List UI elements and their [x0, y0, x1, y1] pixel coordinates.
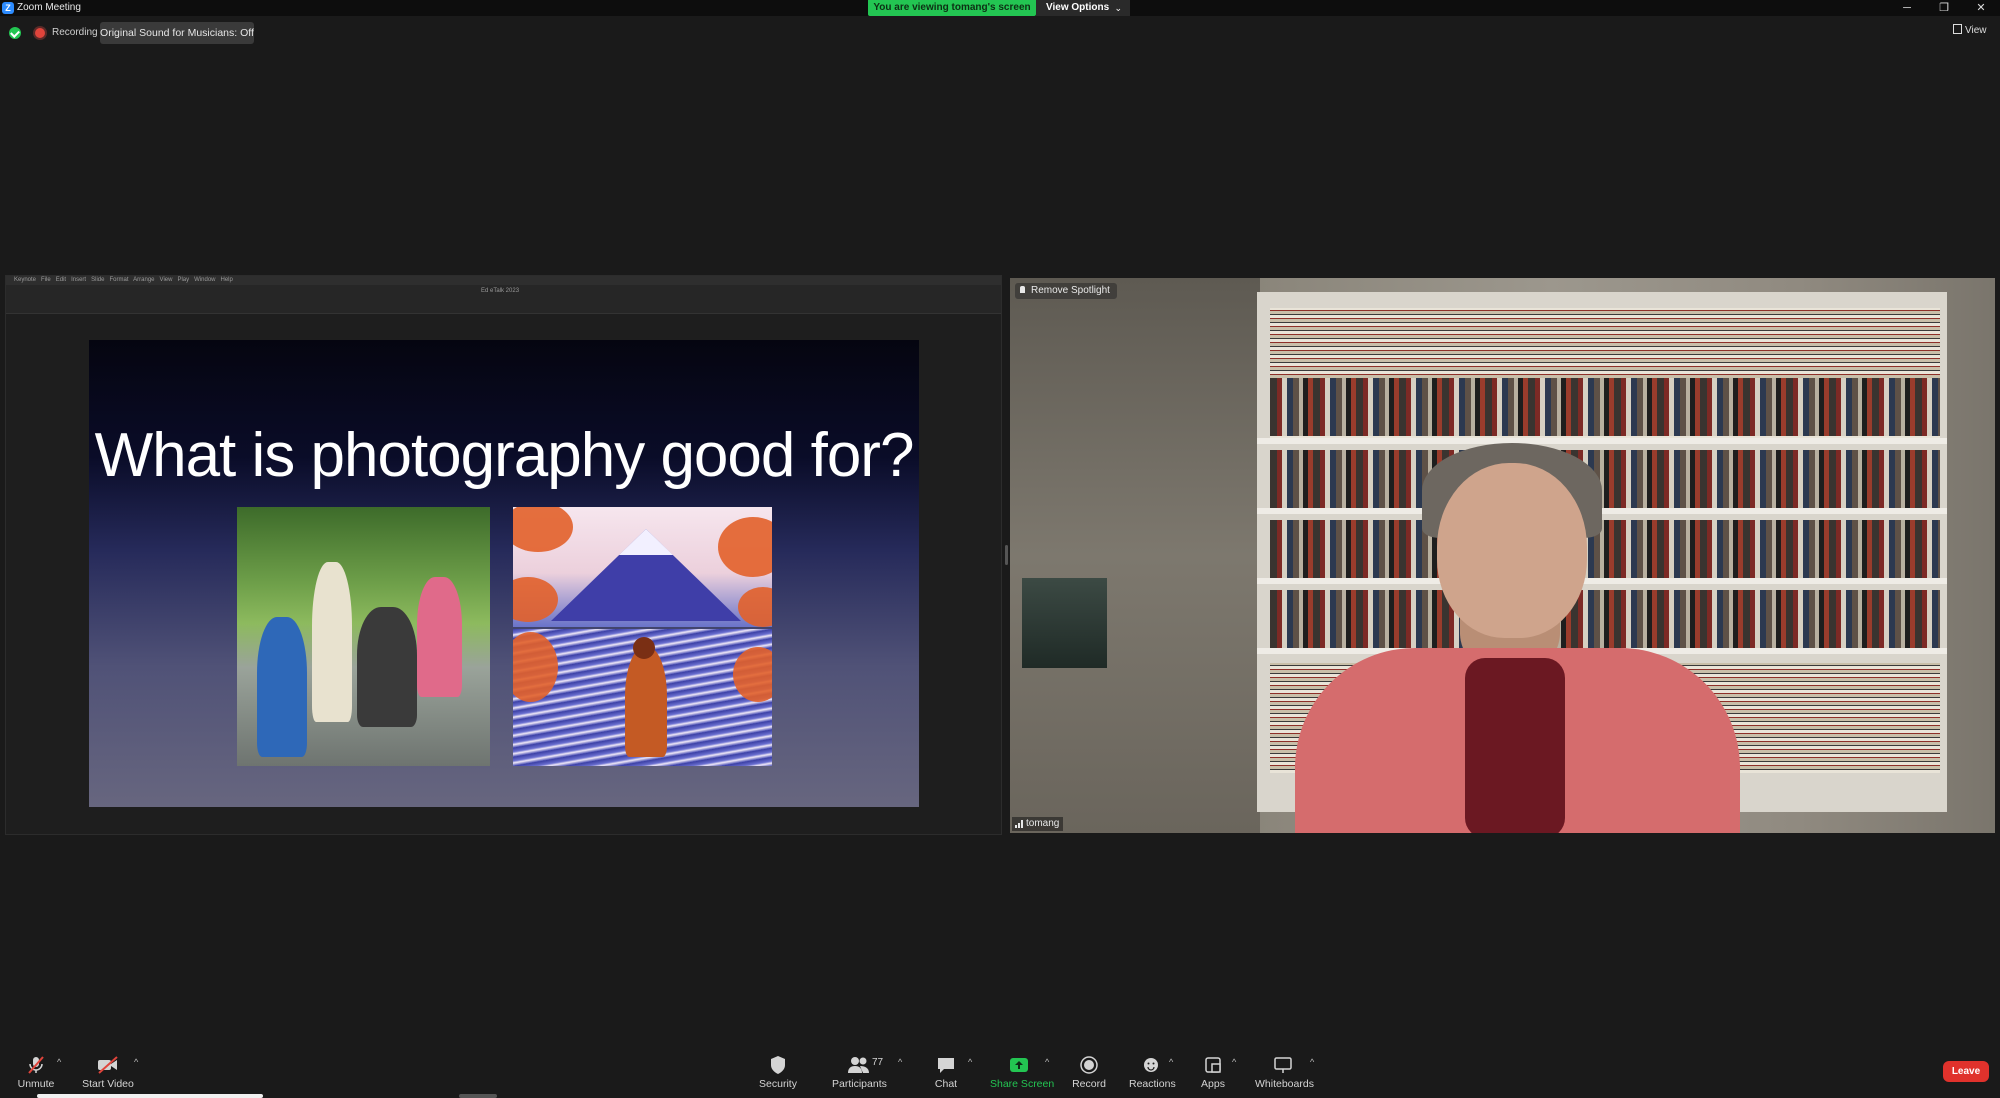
- slide-title: What is photography good for?: [94, 421, 915, 490]
- participant-name-tag: tomang: [1012, 817, 1064, 831]
- view-grid-icon: [1953, 24, 1962, 34]
- recording-label: Recording: [52, 27, 98, 38]
- participants-count: 77: [872, 1057, 884, 1068]
- audio-options-chevron-icon[interactable]: ^: [57, 1057, 61, 1067]
- close-button[interactable]: ✕: [1967, 0, 1995, 16]
- chat-bubble-icon: [932, 1055, 960, 1075]
- apps-options-chevron-icon[interactable]: ^: [1232, 1057, 1236, 1067]
- apps-label: Apps: [1201, 1078, 1225, 1090]
- zoom-logo-icon: Z: [2, 2, 14, 14]
- view-options-label: View Options: [1046, 2, 1110, 13]
- participants-label: Participants: [832, 1078, 887, 1090]
- security-label: Security: [759, 1078, 797, 1090]
- record-icon: [1072, 1055, 1106, 1075]
- chat-label: Chat: [934, 1078, 958, 1090]
- start-video-button[interactable]: Start Video: [82, 1055, 134, 1095]
- share-options-chevron-icon[interactable]: ^: [1045, 1057, 1049, 1067]
- chat-button[interactable]: Chat: [932, 1055, 960, 1095]
- share-screen-icon: [990, 1055, 1048, 1075]
- participants-button[interactable]: 77 Participants: [832, 1055, 887, 1095]
- menubar-item: Format: [109, 277, 129, 283]
- remove-spotlight-button[interactable]: Remove Spotlight: [1015, 283, 1117, 299]
- share-screen-button[interactable]: Share Screen: [990, 1055, 1055, 1095]
- menubar-item: Window: [194, 277, 216, 283]
- recording-indicator-icon: [35, 28, 45, 38]
- taskbar-indicator: [37, 1094, 263, 1098]
- menubar-item: Play: [177, 277, 190, 283]
- view-label: View: [1965, 25, 1987, 36]
- video-off-icon: [82, 1055, 134, 1075]
- original-sound-button[interactable]: Original Sound for Musicians: Off: [100, 22, 254, 44]
- viewing-screen-banner: You are viewing tomang's screen: [868, 0, 1036, 16]
- whiteboard-icon: [1255, 1055, 1311, 1075]
- record-label: Record: [1072, 1078, 1106, 1090]
- participant-name: tomang: [1026, 818, 1060, 829]
- apps-icon: [1198, 1055, 1228, 1075]
- whiteboards-label: Whiteboards: [1255, 1078, 1314, 1090]
- participants-options-chevron-icon[interactable]: ^: [898, 1057, 902, 1067]
- start-video-label: Start Video: [82, 1078, 134, 1090]
- menubar-item: Help: [220, 277, 233, 283]
- keynote-toolbar: Ed eTalk 2023: [6, 285, 1001, 314]
- shared-screen-panel[interactable]: Keynote File Edit Insert Slide Format Ar…: [5, 275, 1002, 835]
- remove-spotlight-label: Remove Spotlight: [1031, 285, 1110, 296]
- menubar-item: View: [159, 277, 173, 283]
- chevron-down-icon: ⌄: [1114, 3, 1122, 13]
- mount-fuji-artwork-image: [513, 507, 772, 766]
- participant-video-tile[interactable]: Remove Spotlight tomang: [1010, 278, 1995, 833]
- menubar-item: Slide: [91, 277, 105, 283]
- menubar-item: Arrange: [133, 277, 155, 283]
- share-screen-label: Share Screen: [990, 1078, 1055, 1090]
- menubar-item: Keynote: [14, 277, 37, 283]
- minimize-button[interactable]: ─: [1893, 0, 1921, 16]
- window-title: Zoom Meeting: [17, 2, 81, 13]
- security-button[interactable]: Security: [757, 1055, 799, 1095]
- security-shield-icon: [757, 1055, 799, 1075]
- reactions-options-chevron-icon[interactable]: ^: [1169, 1057, 1173, 1067]
- view-button[interactable]: View: [1953, 24, 1987, 36]
- pin-icon: [1020, 286, 1025, 293]
- participants-icon: 77: [832, 1055, 886, 1075]
- view-options-button[interactable]: View Options ⌄: [1036, 0, 1130, 16]
- window-title-bar: Z Zoom Meeting You are viewing tomang's …: [0, 0, 2000, 16]
- video-options-chevron-icon[interactable]: ^: [134, 1057, 138, 1067]
- menubar-item: File: [41, 277, 51, 283]
- muted-microphone-icon: [15, 1055, 57, 1075]
- unmute-button[interactable]: Unmute: [15, 1055, 57, 1095]
- whiteboards-button[interactable]: Whiteboards: [1255, 1055, 1314, 1095]
- document-title: Ed eTalk 2023: [481, 288, 520, 294]
- encryption-shield-icon[interactable]: [9, 27, 21, 39]
- record-button[interactable]: Record: [1072, 1055, 1106, 1095]
- reactions-button[interactable]: Reactions: [1129, 1055, 1176, 1095]
- taskbar-indicator-secondary: [459, 1094, 497, 1098]
- reactions-label: Reactions: [1129, 1078, 1176, 1090]
- restore-button[interactable]: ❐: [1930, 0, 1958, 16]
- whiteboards-options-chevron-icon[interactable]: ^: [1310, 1057, 1314, 1067]
- apps-button[interactable]: Apps: [1198, 1055, 1228, 1095]
- meeting-toolbar: Unmute ^ Start Video ^ Security 77 Parti…: [0, 1050, 2000, 1098]
- menubar-item: Edit: [55, 277, 67, 283]
- reactions-smiley-icon: [1129, 1055, 1173, 1075]
- menubar-item: Insert: [71, 277, 87, 283]
- chat-options-chevron-icon[interactable]: ^: [968, 1057, 972, 1067]
- leave-button[interactable]: Leave: [1943, 1061, 1989, 1082]
- split-resize-handle[interactable]: [1005, 545, 1008, 565]
- family-photo-image: [237, 507, 490, 766]
- presentation-slide: What is photography good for?: [89, 340, 919, 807]
- shared-menubar: Keynote File Edit Insert Slide Format Ar…: [6, 276, 1001, 285]
- unmute-label: Unmute: [17, 1078, 55, 1090]
- signal-strength-icon: [1015, 820, 1023, 828]
